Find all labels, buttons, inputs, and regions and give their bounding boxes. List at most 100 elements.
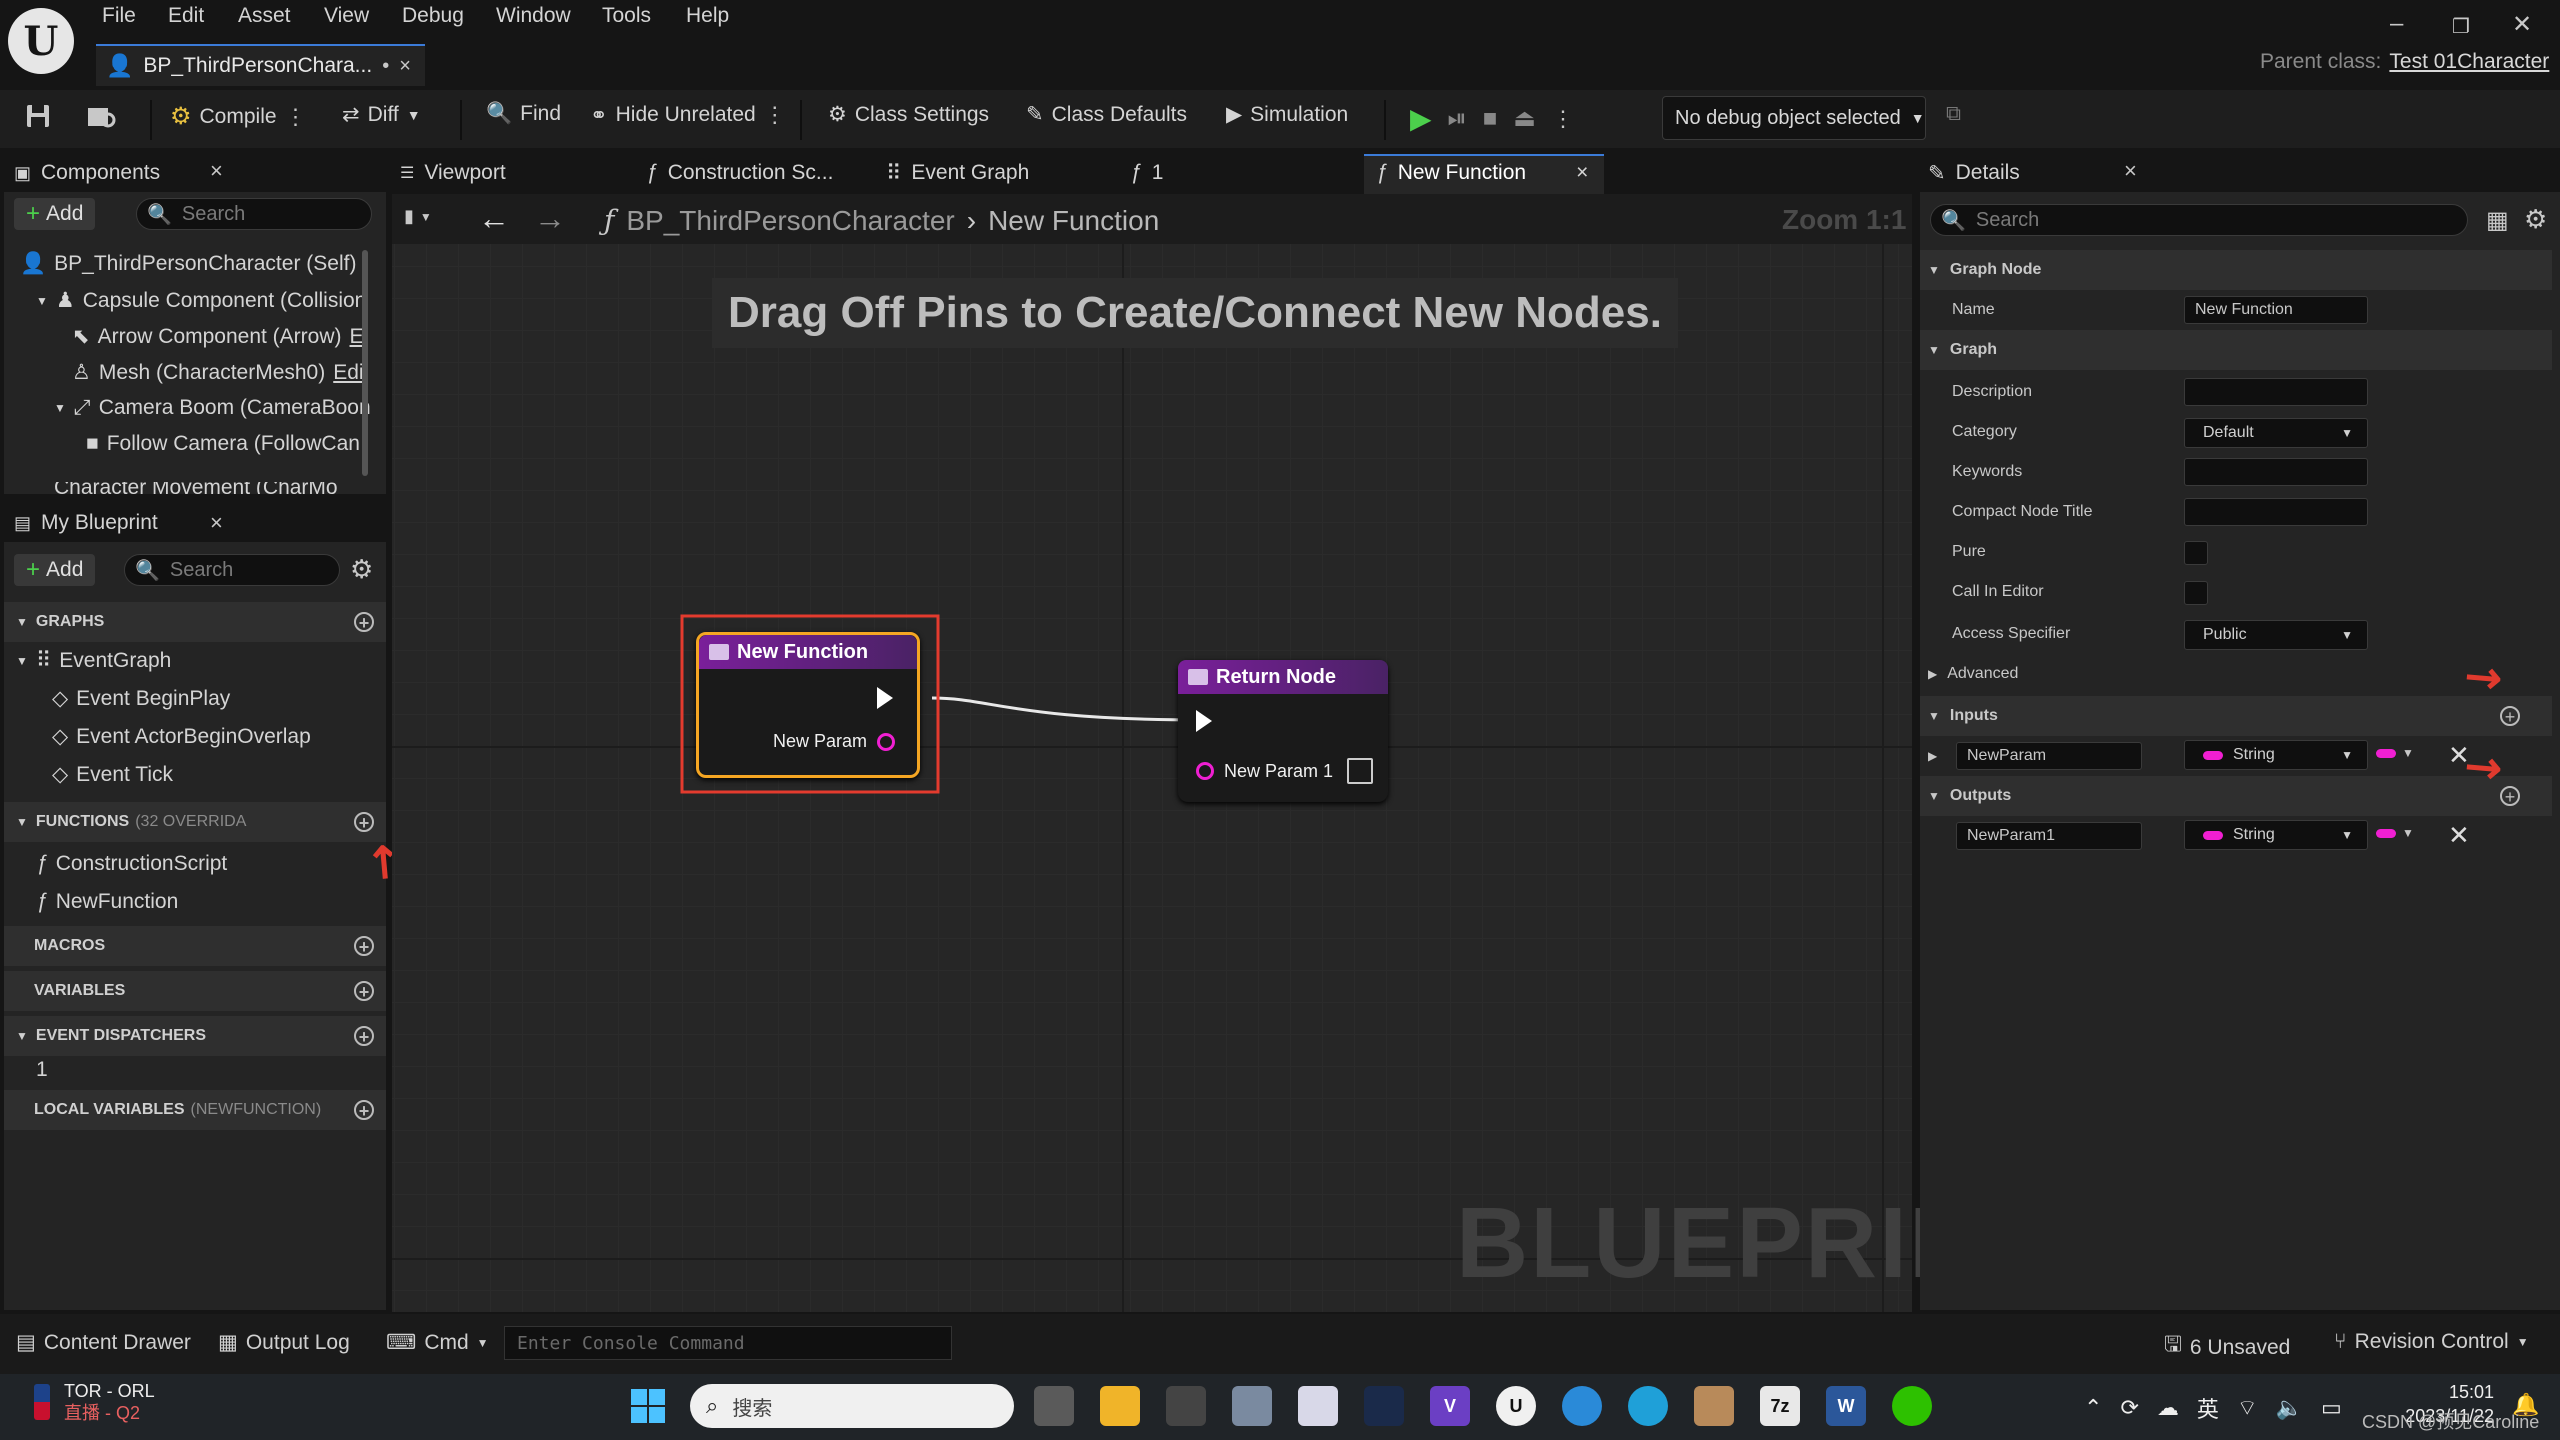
- tree-item-follow-camera[interactable]: ■ Follow Camera (FollowCan: [86, 432, 360, 456]
- description-field[interactable]: [2184, 378, 2368, 406]
- gear-icon[interactable]: ⚙: [2524, 204, 2547, 235]
- save-icon[interactable]: [24, 102, 52, 130]
- close-icon[interactable]: ×: [210, 158, 223, 184]
- parent-class-link[interactable]: Test 01Character: [2389, 50, 2549, 74]
- input-param-name-field[interactable]: NewParam: [1956, 742, 2142, 770]
- menu-edit[interactable]: Edit: [168, 4, 204, 28]
- stop-icon[interactable]: ■: [1483, 105, 1498, 133]
- close-window-icon[interactable]: ✕: [2512, 10, 2532, 39]
- add-input-icon[interactable]: +: [2500, 706, 2520, 727]
- input-container-type-dropdown[interactable]: ▼: [2376, 746, 2414, 760]
- diff-button[interactable]: ⇄ Diff ▼: [342, 102, 421, 127]
- section-local-variables[interactable]: LOCAL VARIABLES (NEWFUNCTION) +: [4, 1090, 386, 1130]
- add-function-icon[interactable]: +: [354, 812, 374, 833]
- tab-my-blueprint[interactable]: ▤ My Blueprint: [14, 508, 158, 538]
- entry-node[interactable]: New Function New Param: [696, 632, 920, 778]
- details-search-input[interactable]: 🔍 Search: [1930, 204, 2468, 236]
- task-view-icon[interactable]: [1034, 1386, 1074, 1426]
- windows-start-icon[interactable]: [628, 1386, 668, 1426]
- step-icon[interactable]: ⏯: [1448, 105, 1467, 133]
- wifi-icon[interactable]: ⌔: [2237, 1394, 2258, 1422]
- add-local-variable-icon[interactable]: +: [354, 1100, 374, 1121]
- app-icon[interactable]: [1694, 1386, 1734, 1426]
- details-section-inputs[interactable]: ▼ Inputs: [1920, 696, 2552, 736]
- network-icon[interactable]: ☁: [2157, 1395, 2179, 1421]
- browse-icon[interactable]: [86, 102, 118, 130]
- section-event-dispatchers[interactable]: ▼ EVENT DISPATCHERS +: [4, 1016, 386, 1056]
- snipping-tool-icon[interactable]: [1298, 1386, 1338, 1426]
- eject-icon[interactable]: ⏏: [1513, 104, 1536, 133]
- console-command-input[interactable]: Enter Console Command: [504, 1326, 952, 1360]
- components-search-input[interactable]: 🔍 Search: [136, 198, 372, 230]
- output-log-button[interactable]: ▦ Output Log: [218, 1330, 350, 1355]
- menu-view[interactable]: View: [324, 4, 369, 28]
- tab-construction-script[interactable]: ƒ Construction Sc...: [646, 158, 833, 188]
- debug-object-dropdown[interactable]: No debug object selected ▼: [1662, 96, 1926, 140]
- add-macro-icon[interactable]: +: [354, 936, 374, 957]
- tree-item-capsule[interactable]: ▼ ♟ Capsule Component (Collision: [36, 288, 366, 313]
- taskbar-search[interactable]: ⌕ 搜索: [690, 1384, 1014, 1428]
- chevron-up-icon[interactable]: ⌃: [2084, 1395, 2102, 1421]
- add-variable-icon[interactable]: +: [354, 981, 374, 1002]
- sync-icon[interactable]: ⟳: [2120, 1395, 2138, 1421]
- tree-item-camera-boom[interactable]: ▼ ⤢ Camera Boom (CameraBoon: [54, 396, 371, 420]
- tree-item-arrow[interactable]: ⬉ Arrow Component (Arrow) E: [72, 324, 364, 349]
- exec-out-pin[interactable]: [877, 687, 893, 709]
- chevron-right-icon[interactable]: ▶: [1928, 749, 1937, 763]
- edit-link[interactable]: Edi: [333, 361, 363, 385]
- add-output-icon[interactable]: +: [2500, 786, 2520, 807]
- category-dropdown[interactable]: Default ▼: [2184, 418, 2368, 448]
- details-section-graph-node[interactable]: ▼ Graph Node: [1920, 250, 2552, 290]
- debug-filter-icon[interactable]: ⧉: [1946, 102, 1961, 126]
- my-blueprint-search-input[interactable]: 🔍 Search: [124, 554, 340, 586]
- compile-button[interactable]: ⚙ Compile ⋮: [170, 102, 307, 131]
- access-specifier-dropdown[interactable]: Public ▼: [2184, 620, 2368, 650]
- find-button[interactable]: 🔍 Find: [486, 102, 561, 126]
- minimize-icon[interactable]: –: [2390, 10, 2403, 38]
- browser-icon[interactable]: [1562, 1386, 1602, 1426]
- tab-function-1[interactable]: ƒ 1: [1130, 158, 1163, 188]
- 7zip-icon[interactable]: 7z: [1760, 1386, 1800, 1426]
- exec-in-pin[interactable]: [1196, 710, 1212, 732]
- close-icon[interactable]: ×: [210, 510, 223, 536]
- ime-indicator[interactable]: 英: [2197, 1392, 2219, 1424]
- forward-arrow-icon[interactable]: →: [534, 200, 566, 237]
- cmd-dropdown[interactable]: ⌨ Cmd ▼: [386, 1330, 489, 1355]
- edge-icon[interactable]: [1628, 1386, 1668, 1426]
- menu-file[interactable]: File: [102, 4, 136, 28]
- name-field[interactable]: New Function: [2184, 296, 2368, 324]
- output-container-type-dropdown[interactable]: ▼: [2376, 826, 2414, 840]
- breadcrumb-root[interactable]: BP_ThirdPersonCharacter: [626, 205, 954, 237]
- scrollbar[interactable]: [362, 250, 368, 476]
- section-functions[interactable]: ▼ FUNCTIONS (32 OVERRIDA +: [4, 802, 386, 842]
- hide-unrelated-button[interactable]: ⚭ Hide Unrelated ⋮: [590, 102, 786, 128]
- section-variables[interactable]: VARIABLES +: [4, 971, 386, 1011]
- input-type-dropdown[interactable]: String ▼: [2184, 740, 2368, 770]
- score-widget[interactable]: TOR - ORL 直播 - Q2: [34, 1380, 155, 1424]
- return-param-pin[interactable]: New Param 1: [1196, 758, 1374, 784]
- back-arrow-icon[interactable]: ←: [478, 200, 510, 237]
- entry-param-pin[interactable]: New Param: [773, 731, 896, 752]
- revision-control-button[interactable]: ⑂ Revision Control ▼: [2334, 1330, 2529, 1354]
- pin-default-value-box[interactable]: [1347, 758, 1374, 784]
- battery-icon[interactable]: ▭: [2321, 1395, 2342, 1421]
- play-icon[interactable]: ▶: [1410, 102, 1432, 135]
- tree-item-eventgraph[interactable]: ▼ ⠿ EventGraph: [16, 648, 171, 673]
- tab-viewport[interactable]: ☰ Viewport: [400, 158, 506, 188]
- pure-checkbox[interactable]: [2184, 541, 2208, 565]
- tab-event-graph[interactable]: ⠿ Event Graph: [886, 158, 1029, 188]
- return-node[interactable]: Return Node New Param 1: [1178, 660, 1388, 802]
- menu-help[interactable]: Help: [686, 4, 729, 28]
- call-in-editor-checkbox[interactable]: [2184, 581, 2208, 605]
- tree-item-event-actorbeginoverlap[interactable]: ◇ Event ActorBeginOverlap: [52, 724, 311, 749]
- section-macros[interactable]: MACROS +: [4, 926, 386, 966]
- word-icon[interactable]: W: [1826, 1386, 1866, 1426]
- terminal-app-icon[interactable]: [1364, 1386, 1404, 1426]
- menu-debug[interactable]: Debug: [402, 4, 464, 28]
- tree-item-self[interactable]: 👤 BP_ThirdPersonCharacter (Self): [20, 252, 356, 276]
- more-options-icon[interactable]: ⋮: [764, 102, 786, 128]
- document-tab[interactable]: 👤 BP_ThirdPersonChara... • ×: [96, 44, 425, 86]
- simulation-button[interactable]: ▶ Simulation: [1226, 102, 1348, 127]
- tree-item-event-tick[interactable]: ◇ Event Tick: [52, 762, 173, 787]
- unreal-logo-icon[interactable]: U: [8, 8, 74, 74]
